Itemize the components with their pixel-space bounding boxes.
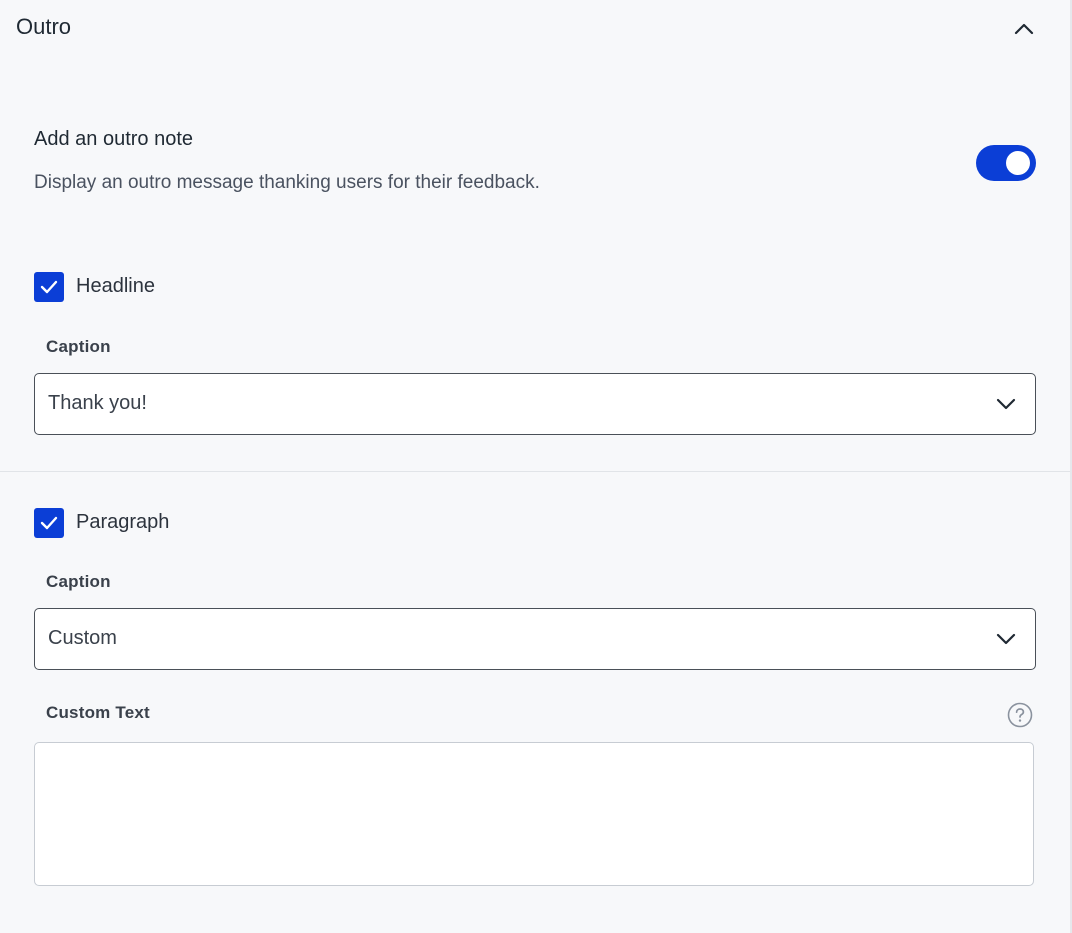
paragraph-caption-value: Custom	[48, 627, 117, 649]
custom-text-input[interactable]	[34, 742, 1034, 886]
custom-text-label: Custom Text	[46, 703, 150, 722]
chevron-up-icon	[1014, 23, 1034, 35]
check-icon	[40, 516, 58, 530]
chevron-down-icon	[996, 633, 1016, 645]
paragraph-caption-label: Caption	[46, 572, 111, 591]
outro-section-header[interactable]: Outro	[0, 0, 1070, 58]
check-icon	[40, 280, 58, 294]
toggle-knob	[1006, 151, 1030, 175]
headline-checkbox[interactable]	[34, 272, 64, 302]
paragraph-checkbox-label: Paragraph	[76, 511, 170, 533]
headline-checkbox-label: Headline	[76, 275, 155, 297]
help-circle-icon[interactable]	[1007, 702, 1033, 728]
section-title: Outro	[16, 14, 72, 39]
headline-caption-value: Thank you!	[48, 392, 147, 414]
outro-note-description: Display an outro message thanking users …	[34, 172, 540, 193]
section-divider	[0, 471, 1070, 472]
outro-note-toggle[interactable]	[976, 145, 1036, 181]
outro-note-title: Add an outro note	[34, 128, 194, 150]
paragraph-checkbox[interactable]	[34, 508, 64, 538]
headline-caption-label: Caption	[46, 337, 111, 356]
chevron-down-icon	[996, 398, 1016, 410]
headline-caption-select[interactable]: Thank you!	[34, 373, 1036, 435]
paragraph-caption-select[interactable]: Custom	[34, 608, 1036, 670]
collapse-button[interactable]	[1008, 13, 1040, 45]
